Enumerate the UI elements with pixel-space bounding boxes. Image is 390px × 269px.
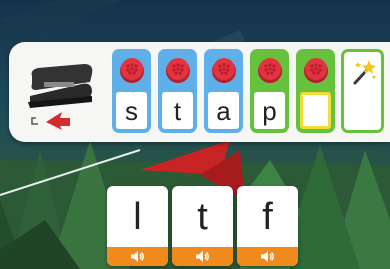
letter-tile[interactable]: s: [112, 49, 151, 133]
letter-tile[interactable]: p: [250, 49, 289, 133]
tile-letter: a: [208, 92, 239, 129]
tile-letter: s: [116, 92, 147, 129]
letter-tile[interactable]: t: [158, 49, 197, 133]
choice-letter: f: [262, 196, 273, 238]
picture-card[interactable]: [22, 52, 104, 130]
tile-letter: [300, 92, 331, 129]
speaker-icon: [130, 251, 144, 262]
speaker-icon: [195, 251, 209, 262]
magic-wand-icon: [353, 60, 376, 85]
red-cap-icon: [303, 58, 328, 83]
letter-choice-card[interactable]: l: [107, 186, 168, 266]
empty-letter-slot[interactable]: [296, 49, 335, 133]
red-cap-icon: [165, 58, 190, 83]
speaker-icon: [260, 251, 274, 262]
red-cap-icon: [211, 58, 236, 83]
red-cap-icon: [119, 58, 144, 83]
choice-letter: l: [133, 196, 142, 238]
letter-tile[interactable]: a: [204, 49, 243, 133]
play-sound-button[interactable]: [107, 247, 168, 266]
letter-choice-card[interactable]: f: [237, 186, 298, 266]
tile-letter: p: [254, 92, 285, 129]
play-sound-button[interactable]: [172, 247, 233, 266]
magic-hint-button[interactable]: [341, 49, 384, 133]
choice-letter: t: [197, 196, 208, 238]
letter-choice-card[interactable]: t: [172, 186, 233, 266]
play-sound-button[interactable]: [237, 247, 298, 266]
stapler-icon: [28, 64, 93, 130]
red-cap-icon: [257, 58, 282, 83]
tile-letter: t: [162, 92, 193, 129]
game-stage: s t a p l t f: [0, 0, 390, 269]
